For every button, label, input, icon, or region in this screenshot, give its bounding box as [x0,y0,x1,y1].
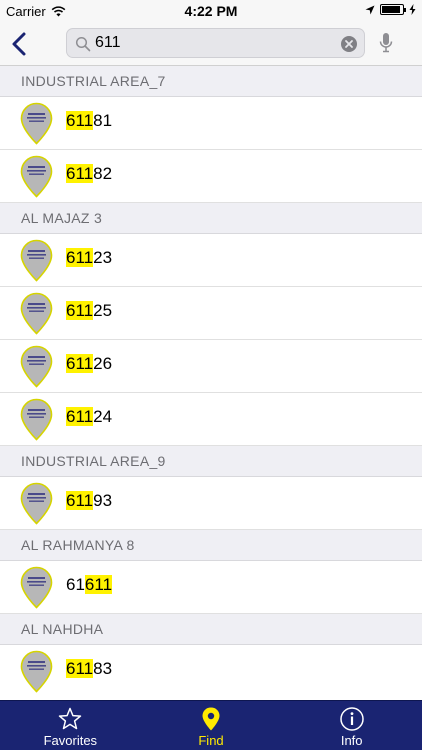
postcode-pin-icon [20,650,53,693]
postcode-suffix: 24 [93,407,113,426]
charging-bolt-icon [409,4,416,15]
tab-favorites[interactable]: Favorites [0,701,141,750]
result-row[interactable]: 61611 [0,561,422,614]
postcode-pin-icon [20,292,53,335]
clear-button[interactable] [341,36,357,52]
section-header: AL MAJAZ 3 [0,203,422,234]
status-time: 4:22 PM [184,3,238,19]
postcode-pin-icon [20,102,53,145]
result-row[interactable]: 61182 [0,150,422,203]
info-icon [339,707,364,731]
tab-find-label: Find [198,733,224,748]
result-row[interactable]: 61183 [0,645,422,698]
postcode-match-highlight: 611 [66,659,94,678]
postcode-suffix: 81 [93,111,113,130]
postcode-match-highlight: 611 [84,575,113,594]
result-row[interactable]: 61126 [0,340,422,393]
tab-info-label: Info [340,733,363,748]
result-row[interactable]: 61124 [0,393,422,446]
postcode-text: 61126 [66,354,112,374]
postcode-suffix: 82 [93,164,113,183]
postcode-text: 61123 [66,248,112,268]
postcode-match-highlight: 611 [66,248,94,267]
result-row[interactable]: 61123 [0,234,422,287]
postcode-pin-icon [20,155,53,198]
postcode-pin-icon [20,239,53,282]
postcode-text: 61124 [66,407,112,427]
search-header [0,22,422,66]
postcode-text: 61182 [66,164,112,184]
clear-icon [345,40,353,48]
postcode-text: 61125 [66,301,112,321]
postcode-text: 61183 [66,659,112,679]
postcode-pin-icon [20,345,53,388]
postcode-pin-icon [20,398,53,441]
location-pin-icon [202,707,220,731]
postcode-prefix: 61 [66,575,85,594]
status-bar: Carrier 4:22 PM [0,0,422,22]
postcode-match-highlight: 611 [66,301,94,320]
tab-favorites-label: Favorites [43,733,98,748]
postcode-suffix: 26 [93,354,113,373]
postcode-suffix: 93 [93,491,113,510]
location-arrow-icon [365,5,375,14]
star-icon [59,707,82,730]
postcode-text: 61181 [66,111,112,131]
postcode-text: 61611 [66,575,113,595]
battery-icon [380,4,406,15]
postcode-match-highlight: 611 [66,164,94,183]
chevron-left-icon [12,32,26,56]
postcode-pin-icon [20,482,53,525]
postcode-suffix: 83 [93,659,113,678]
section-header: INDUSTRIAL AREA_7 [0,66,422,97]
postcode-match-highlight: 611 [66,354,94,373]
results-list: INDUSTRIAL AREA_7 61181 61182 AL MAJAZ 3 611… [0,66,422,700]
postcode-match-highlight: 611 [66,111,94,130]
microphone-icon[interactable] [379,32,393,54]
battery-fill [382,6,400,13]
search-icon [75,36,91,52]
tab-info[interactable]: Info [281,701,422,750]
postcode-suffix: 25 [93,301,113,320]
result-row[interactable]: 61181 [0,97,422,150]
status-right [365,4,416,15]
result-row[interactable]: 61125 [0,287,422,340]
tab-bar: Favorites Find Info [0,700,422,750]
postcode-match-highlight: 611 [66,491,94,510]
tab-find[interactable]: Find [141,701,282,750]
postcode-suffix: 23 [93,248,113,267]
search-input[interactable] [95,32,335,54]
section-header: AL RAHMANYA 8 [0,530,422,561]
back-button[interactable] [8,30,34,58]
postcode-match-highlight: 611 [66,407,94,426]
result-row[interactable]: 61193 [0,477,422,530]
section-header: AL NAHDHA [0,614,422,645]
section-header: INDUSTRIAL AREA_9 [0,446,422,477]
postcode-text: 61193 [66,491,112,511]
search-field[interactable] [66,28,365,58]
postcode-pin-icon [20,566,53,609]
